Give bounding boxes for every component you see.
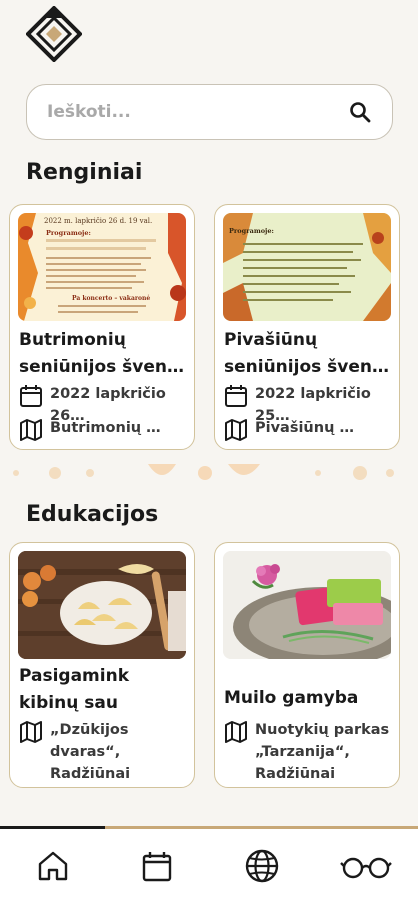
map-icon: [20, 721, 42, 743]
section-title-events: Renginiai: [26, 160, 143, 185]
poster-footer: Pa koncerto – vakaronė: [72, 295, 151, 302]
globe-icon: [245, 849, 279, 883]
section-title-education: Edukacijos: [26, 502, 159, 527]
search-icon[interactable]: [348, 100, 372, 124]
education-card[interactable]: Pasigamink kibinų sau „Dzūkijos dvaras“,…: [9, 542, 195, 788]
education-title: Pasigamink kibinų sau: [19, 666, 130, 713]
calendar-icon: [142, 852, 172, 882]
education-image-dumplings: [18, 551, 186, 659]
poster-heading: 2022 m. lapkričio 26 d. 19 val.: [44, 217, 153, 225]
search-bar[interactable]: [26, 84, 393, 140]
education-location-row: „Dzūkijos dvaras“, Radžiūnai: [18, 719, 130, 785]
event-location-row: Pivašiūnų …: [223, 417, 354, 443]
search-input[interactable]: [47, 102, 348, 122]
education-image-soap: [223, 551, 391, 659]
nav-indicator: [0, 826, 418, 829]
event-location-row: Butrimonių …: [18, 417, 161, 443]
glasses-icon: [340, 857, 392, 879]
education-location: Nuotykių parkas „Tarzanija“, Radžiūnai: [255, 722, 390, 782]
home-icon: [38, 851, 68, 881]
poster-program-label: Programoje:: [46, 229, 91, 237]
event-location: Butrimonių …: [50, 420, 161, 436]
map-icon: [20, 419, 42, 441]
calendar-icon: [20, 385, 42, 407]
event-poster-image: Programoje:: [223, 213, 391, 321]
education-location-row: Nuotykių parkas „Tarzanija“, Radžiūnai: [223, 719, 389, 785]
nav-calendar[interactable]: [137, 846, 177, 886]
nav-home[interactable]: [33, 846, 73, 886]
education-location: „Dzūkijos dvaras“, Radžiūnai: [50, 722, 131, 782]
nav-indicator-active: [0, 826, 105, 829]
nav-explore[interactable]: [242, 846, 282, 886]
event-card[interactable]: Programoje: Pivašiūnų seniūnijos šven… 2…: [214, 204, 400, 450]
event-title: Pivašiūnų seniūnijos šven…: [224, 330, 389, 377]
event-location: Pivašiūnų …: [255, 420, 354, 436]
diamond-logo-icon[interactable]: [26, 6, 82, 62]
nav-glasses[interactable]: [340, 846, 392, 886]
education-card[interactable]: Muilo gamyba Nuotykių parkas „Tarzanija“…: [214, 542, 400, 788]
calendar-icon: [225, 385, 247, 407]
education-title: Muilo gamyba: [224, 688, 359, 708]
poster-program-label: Programoje:: [229, 227, 274, 235]
decorative-divider: [13, 464, 394, 480]
event-card[interactable]: 2022 m. lapkričio 26 d. 19 val. Programo…: [9, 204, 195, 450]
map-icon: [225, 419, 247, 441]
event-title: Butrimonių seniūnijos šven…: [19, 330, 184, 377]
bottom-navigation: [0, 826, 418, 900]
map-icon: [225, 721, 247, 743]
event-poster-image: 2022 m. lapkričio 26 d. 19 val. Programo…: [18, 213, 186, 321]
